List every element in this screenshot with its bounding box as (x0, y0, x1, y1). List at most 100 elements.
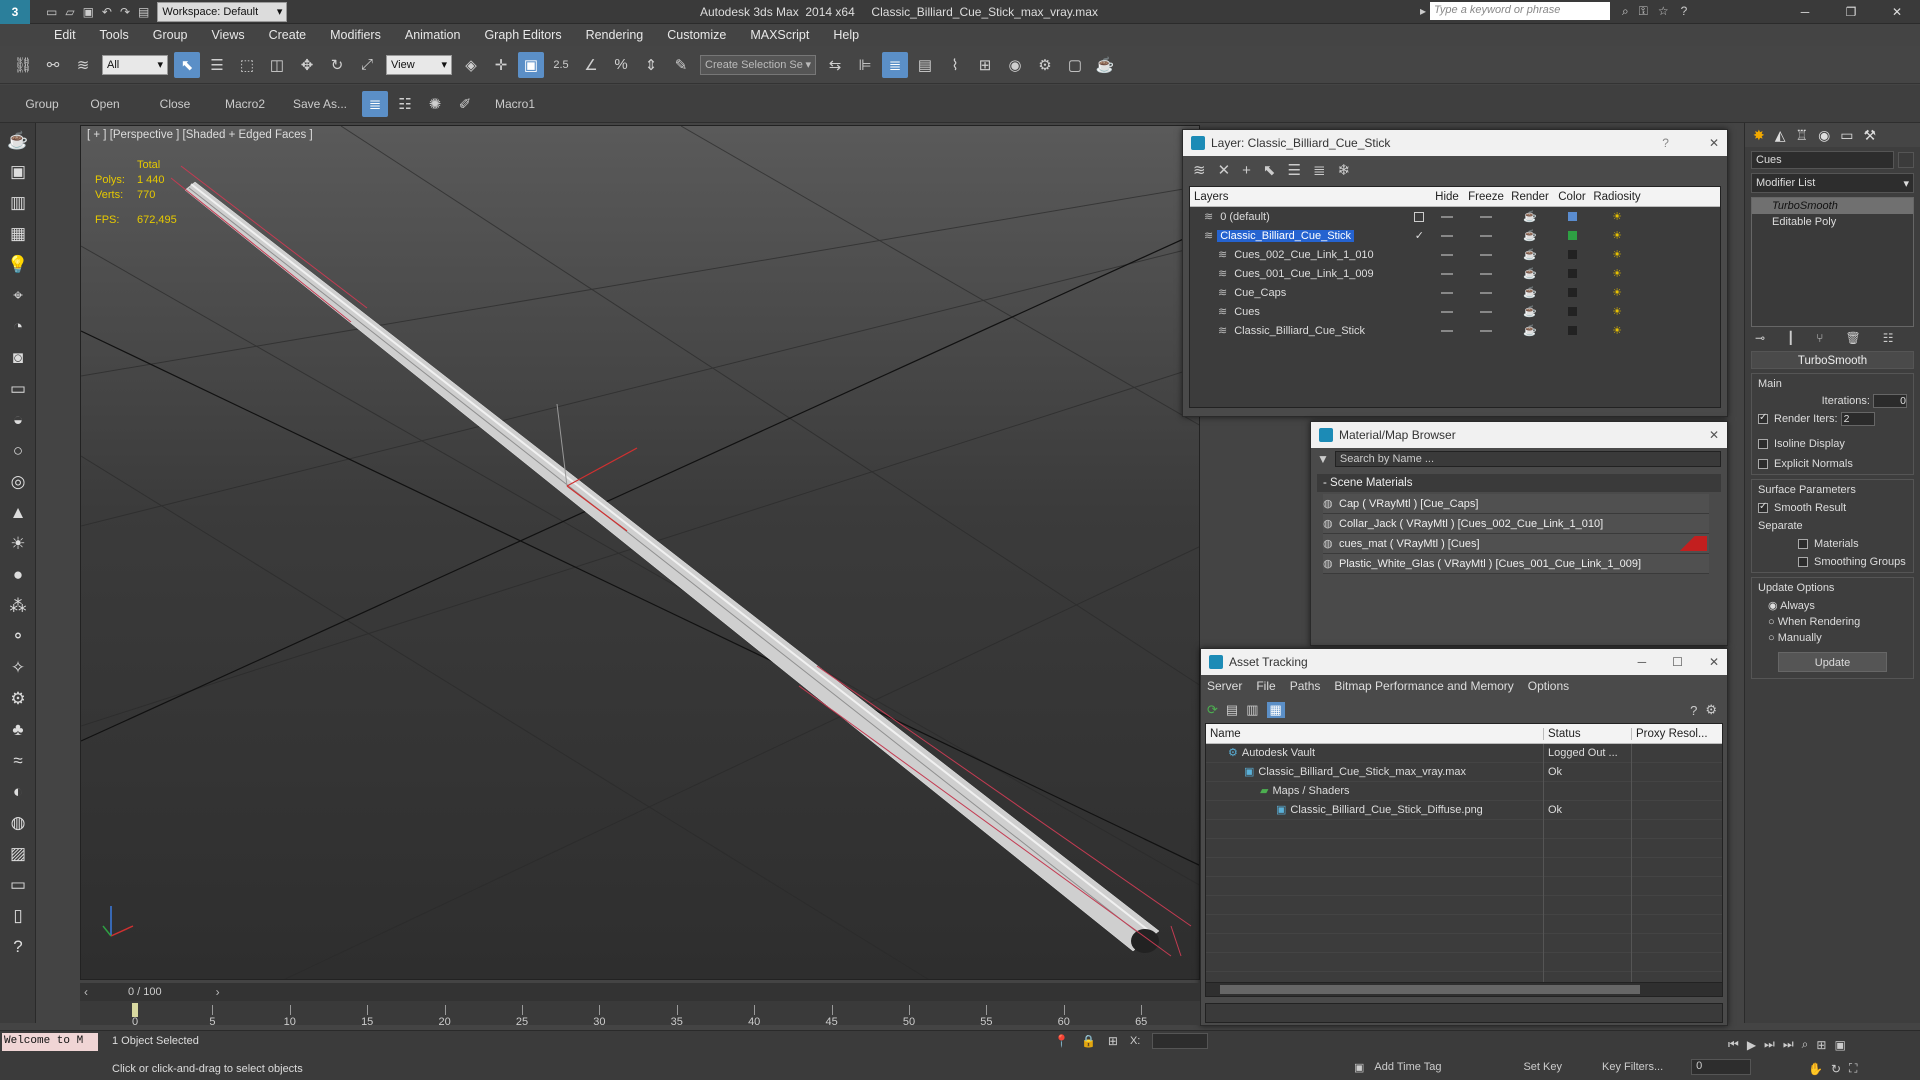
camera-icon[interactable]: ⌖ (5, 283, 31, 309)
list-view-icon[interactable]: ▤ (1226, 702, 1238, 718)
layer-name[interactable]: 0 (default) (1217, 211, 1273, 223)
sphere-icon[interactable]: ○ (5, 438, 31, 464)
layer-color-swatch[interactable] (1552, 307, 1592, 316)
layer-row[interactable]: ≋ Classic_Billiard_Cue_Stick ☕ ☀ (1190, 321, 1720, 340)
current-layer-checkbox[interactable] (1414, 211, 1424, 222)
bind-spacewarp-icon[interactable]: ≋ (70, 52, 96, 78)
torus-icon[interactable]: ◎ (5, 469, 31, 495)
cone-icon[interactable]: ▲ (5, 500, 31, 526)
freeze-toggle[interactable] (1464, 272, 1508, 275)
radiosity-icon[interactable]: ☀ (1592, 229, 1642, 242)
cylinder-icon[interactable]: ▥ (5, 190, 31, 216)
light-icon[interactable]: 💡 (5, 252, 31, 278)
box-icon[interactable]: ▣ (5, 159, 31, 185)
binoculars-icon[interactable]: ⌕ (1622, 4, 1629, 19)
menu-group[interactable]: Group (141, 24, 200, 46)
freeze-all-icon[interactable]: ❄ (1338, 161, 1351, 179)
render-frame-icon[interactable]: ▢ (1062, 52, 1088, 78)
explicit-normals-checkbox[interactable] (1758, 459, 1768, 470)
menu-maxscript[interactable]: MAXScript (738, 24, 821, 46)
asset-menu-file[interactable]: File (1256, 679, 1275, 693)
render-iters-checkbox[interactable] (1758, 412, 1768, 424)
new-file-icon[interactable]: ▭ (46, 5, 57, 19)
radiosity-icon[interactable]: ☀ (1592, 305, 1642, 318)
hide-toggle[interactable] (1430, 253, 1464, 256)
undo-icon[interactable]: ↶ (102, 5, 112, 19)
asset-row[interactable]: ▰ Maps / Shaders (1206, 781, 1722, 801)
material-editor-icon[interactable]: ◉ (1002, 52, 1028, 78)
hide-toggle[interactable] (1430, 272, 1464, 275)
thumbnail-view-icon[interactable]: ▥ (1246, 702, 1258, 718)
layer-color-swatch[interactable] (1552, 288, 1592, 297)
render-production-icon[interactable]: ☕ (1092, 52, 1118, 78)
smooth-result-checkbox[interactable] (1758, 501, 1768, 514)
layer-row[interactable]: ≋ Cues ☕ ☀ (1190, 302, 1720, 321)
remove-modifier-icon[interactable]: 🗑 (1846, 331, 1861, 345)
freeze-toggle[interactable] (1464, 291, 1508, 294)
layer-dialog-titlebar[interactable]: Layer: Classic_Billiard_Cue_Stick ? ✕ (1183, 130, 1727, 156)
set-key-button[interactable]: Set Key (1523, 1061, 1562, 1073)
manipulate-icon[interactable]: ✛ (488, 52, 514, 78)
layer-row[interactable]: ≋ Cues_002_Cue_Link_1_010 ☕ ☀ (1190, 245, 1720, 264)
layer-name[interactable]: Cue_Caps (1231, 287, 1289, 299)
motion-tab-icon[interactable]: ◉ (1818, 127, 1830, 144)
shelf-macro2-button[interactable]: Macro2 (210, 97, 280, 111)
menu-modifiers[interactable]: Modifiers (318, 24, 393, 46)
radiosity-icon[interactable]: ☀ (1592, 210, 1642, 223)
restore-icon[interactable]: ❐ (1828, 5, 1874, 19)
separate-smoothing-checkbox[interactable] (1798, 557, 1808, 568)
particles-icon[interactable]: ⁂ (5, 593, 31, 619)
freeze-toggle[interactable] (1464, 310, 1508, 313)
maximize-viewport-icon[interactable]: ⛶ (1849, 1061, 1857, 1076)
radiosity-icon[interactable]: ☀ (1592, 267, 1642, 280)
close-icon[interactable]: ✕ (1709, 136, 1719, 150)
time-cursor[interactable] (132, 1003, 138, 1017)
isolate-icon[interactable]: 📍 (1054, 1034, 1069, 1048)
spinner-snap-icon[interactable]: ⇕ (638, 52, 664, 78)
hide-toggle[interactable] (1430, 310, 1464, 313)
freeze-toggle[interactable] (1464, 234, 1508, 237)
time-tag-icon[interactable]: ▣ (1354, 1061, 1364, 1074)
hide-toggle[interactable] (1430, 291, 1464, 294)
graphite-ribbon-icon[interactable]: ▤ (912, 52, 938, 78)
radiosity-icon[interactable]: ☀ (1592, 324, 1642, 337)
object-name-input[interactable]: Cues (1751, 151, 1894, 169)
freeze-toggle[interactable] (1464, 253, 1508, 256)
minimize-icon[interactable]: ─ (1782, 5, 1828, 19)
selection-filter-dropdown[interactable]: All ▾ (102, 54, 168, 75)
pivot-center-icon[interactable]: ◈ (458, 52, 484, 78)
menu-create[interactable]: Create (257, 24, 319, 46)
workspace-dropdown[interactable]: Workspace: Default ▾ (157, 1, 288, 22)
absolute-mode-icon[interactable]: ⊞ (1108, 1034, 1118, 1048)
radiosity-icon[interactable]: ☀ (1592, 286, 1642, 299)
hide-toggle[interactable] (1430, 234, 1464, 237)
move-icon[interactable]: ✥ (294, 52, 320, 78)
make-unique-icon[interactable]: ⑂ (1816, 331, 1823, 345)
timeline[interactable]: ‹ 0 / 100 › 0 5 10 15 20 25 30 35 40 45 50 55 60 65 (80, 983, 1200, 1028)
ref-coord-dropdown[interactable]: View ▾ (386, 54, 452, 75)
shelf-save-as-button[interactable]: Save As... (280, 97, 360, 111)
layer-color-swatch[interactable] (1552, 231, 1592, 240)
help-icon[interactable]: ? (1681, 4, 1688, 18)
asset-tracking-titlebar[interactable]: Asset Tracking ─ ☐ ✕ (1201, 649, 1727, 675)
maxscript-listener[interactable]: Welcome to M (2, 1033, 98, 1051)
window-crossing-icon[interactable]: ◫ (264, 52, 290, 78)
rotate-icon[interactable]: ↻ (324, 52, 350, 78)
named-selection-dropdown[interactable]: Create Selection Se ▾ (700, 54, 816, 75)
perspective-viewport[interactable]: [ + ] [Perspective ] [Shaded + Edged Fac… (80, 125, 1200, 980)
layer-name[interactable]: Classic_Billiard_Cue_Stick (1231, 325, 1368, 337)
monitor-icon[interactable]: ▭ (5, 872, 31, 898)
asset-row[interactable]: ▣ Classic_Billiard_Cue_Stick_max_vray.max… (1206, 762, 1722, 782)
help-icon[interactable]: ? (1690, 703, 1697, 718)
layer-row[interactable]: ≋ Classic_Billiard_Cue_Stick ✓ ☕ ☀ (1190, 226, 1720, 245)
layer-color-swatch[interactable] (1552, 250, 1592, 259)
goto-end-icon[interactable]: ⏭ (1783, 1037, 1794, 1052)
asset-row[interactable]: ⚙ Autodesk Vault Logged Out ... (1206, 743, 1722, 763)
cue-stick-mesh[interactable] (184, 181, 1160, 953)
layer-color-swatch[interactable] (1552, 269, 1592, 278)
settings-icon[interactable]: ⚙ (1705, 702, 1717, 718)
iterations-spinner[interactable]: 0 (1873, 394, 1907, 408)
layer-manager-icon[interactable]: ≣ (882, 51, 908, 78)
orbit-icon[interactable]: ↻ (1831, 1062, 1841, 1076)
modifier-list-dropdown[interactable]: Modifier List ▾ (1751, 173, 1914, 193)
